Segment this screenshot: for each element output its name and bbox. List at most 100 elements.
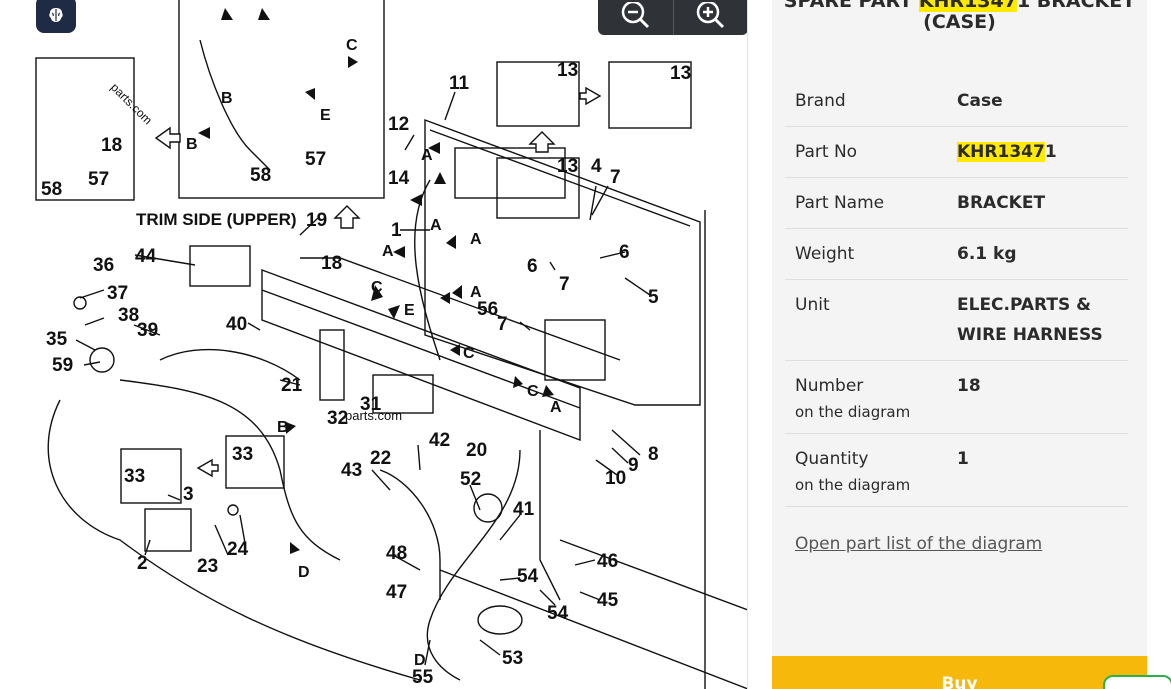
letter-b: B <box>221 90 233 107</box>
spec-value: BRACKET <box>957 193 1046 213</box>
inset-box-top-center <box>178 0 385 199</box>
callout-2: 2 <box>137 553 148 574</box>
callout-7: 7 <box>559 274 570 295</box>
letter-b: B <box>277 419 289 436</box>
callout-5: 5 <box>648 287 659 308</box>
letter-c: C <box>463 345 475 362</box>
letter-d: D <box>298 564 310 581</box>
callout-35: 35 <box>46 329 68 350</box>
callout-7: 7 <box>610 167 621 188</box>
zoom-in-button[interactable] <box>673 0 747 35</box>
spec-table: Brand Case Part No KHR13471 Part Name BR… <box>785 76 1128 507</box>
spec-label-sub: on the diagram <box>795 476 911 494</box>
spec-value: KHR13471 <box>957 137 1128 167</box>
zoom-out-button[interactable] <box>598 0 673 35</box>
letter-a: A <box>550 399 562 416</box>
callout-58: 58 <box>41 179 62 200</box>
title-prefix: SPARE PART <box>783 0 919 12</box>
letter-a: A <box>470 284 482 301</box>
callout-12: 12 <box>388 114 409 135</box>
spec-row-part-no: Part No KHR13471 <box>785 127 1128 178</box>
callout-33: 33 <box>124 466 145 487</box>
callout-20: 20 <box>466 440 487 461</box>
callout-11: 11 <box>449 73 470 94</box>
callout-57: 57 <box>88 169 109 190</box>
letter-b: B <box>186 136 198 153</box>
spec-value: ELEC.PARTS & WIRE HARNESS <box>957 295 1103 345</box>
spec-label: Part Name <box>795 193 885 213</box>
spec-value: 1 <box>957 449 969 469</box>
zoom-in-icon <box>696 1 725 28</box>
spec-label-main: Number <box>795 376 864 396</box>
callout-18: 18 <box>321 253 342 274</box>
letter-a: A <box>421 147 433 164</box>
callout-18: 18 <box>101 135 122 156</box>
callout-9: 9 <box>628 455 639 476</box>
spec-value: Case <box>957 91 1003 111</box>
spec-label-main: Quantity <box>795 449 869 469</box>
part-no-rest: 1 <box>1044 142 1057 162</box>
letter-e: E <box>320 107 331 124</box>
letter-c: C <box>346 37 358 54</box>
callout-36: 36 <box>93 255 114 276</box>
letter-e: E <box>404 302 415 319</box>
spec-row-part-name: Part Name BRACKET <box>785 178 1128 229</box>
letter-a: A <box>470 231 482 248</box>
callout-14: 14 <box>388 168 410 189</box>
callout-10: 10 <box>605 468 626 489</box>
callout-38: 38 <box>118 305 139 326</box>
open-part-list-link[interactable]: Open part list of the diagram <box>795 534 1042 554</box>
parts-diagram[interactable]: 11 13 13 13 12 14 4 7 6 6 7 5 56 7 1 19 … <box>0 0 748 689</box>
part-info-panel: SPARE PART KHR13471 BRACKET (CASE) Brand… <box>772 0 1147 689</box>
callout-54: 54 <box>517 566 539 587</box>
callout-53: 53 <box>502 648 523 669</box>
callout-6: 6 <box>619 242 630 263</box>
callout-54: 54 <box>547 603 569 624</box>
callout-21: 21 <box>281 375 303 396</box>
letter-d: D <box>414 652 426 669</box>
spec-value: 6.1 kg <box>957 244 1017 264</box>
callout-47: 47 <box>386 582 407 603</box>
spec-label-sub: on the diagram <box>795 403 911 421</box>
callout-8: 8 <box>648 444 659 465</box>
brain-icon <box>49 7 63 22</box>
callout-39: 39 <box>137 320 158 341</box>
callout-58: 58 <box>250 165 271 186</box>
callout-13: 13 <box>670 63 691 84</box>
callout-40: 40 <box>226 314 247 335</box>
callout-19: 19 <box>306 210 327 231</box>
callout-6: 6 <box>527 256 538 277</box>
callout-41: 41 <box>513 499 535 520</box>
callout-4: 4 <box>591 156 602 177</box>
callout-24: 24 <box>227 539 249 560</box>
letter-c: C <box>371 279 383 296</box>
letter-c: C <box>527 383 539 400</box>
trim-side-caption: TRIM SIDE (UPPER) <box>136 210 297 229</box>
title-rest: 1 BRACKET <box>1016 0 1136 12</box>
spec-value: 18 <box>957 376 981 396</box>
callout-56: 56 <box>477 299 498 320</box>
spec-label: Brand <box>795 91 846 111</box>
callout-55: 55 <box>412 667 434 688</box>
title-brand: (CASE) <box>923 11 996 33</box>
callout-59: 59 <box>52 355 73 376</box>
buy-button[interactable]: Buy <box>772 656 1147 689</box>
letter-a: A <box>382 243 394 260</box>
callout-48: 48 <box>386 543 407 564</box>
callout-44: 44 <box>135 246 157 267</box>
spec-label: Quantity on the diagram <box>795 444 957 496</box>
callout-57: 57 <box>305 149 326 170</box>
callout-23: 23 <box>197 556 218 577</box>
chat-widget-icon[interactable] <box>1103 675 1171 689</box>
callout-45: 45 <box>597 590 619 611</box>
part-no-highlight: KHR1347 <box>957 142 1045 162</box>
spec-row-brand: Brand Case <box>785 76 1128 127</box>
callout-1: 1 <box>391 220 402 241</box>
spec-row-number: Number on the diagram 18 <box>785 361 1128 434</box>
callout-46: 46 <box>597 551 618 572</box>
callout-33: 33 <box>232 444 253 465</box>
brain-button[interactable] <box>36 0 76 33</box>
spec-label: Weight <box>795 244 855 264</box>
spec-label: Unit <box>795 295 830 315</box>
callout-43: 43 <box>341 460 362 481</box>
